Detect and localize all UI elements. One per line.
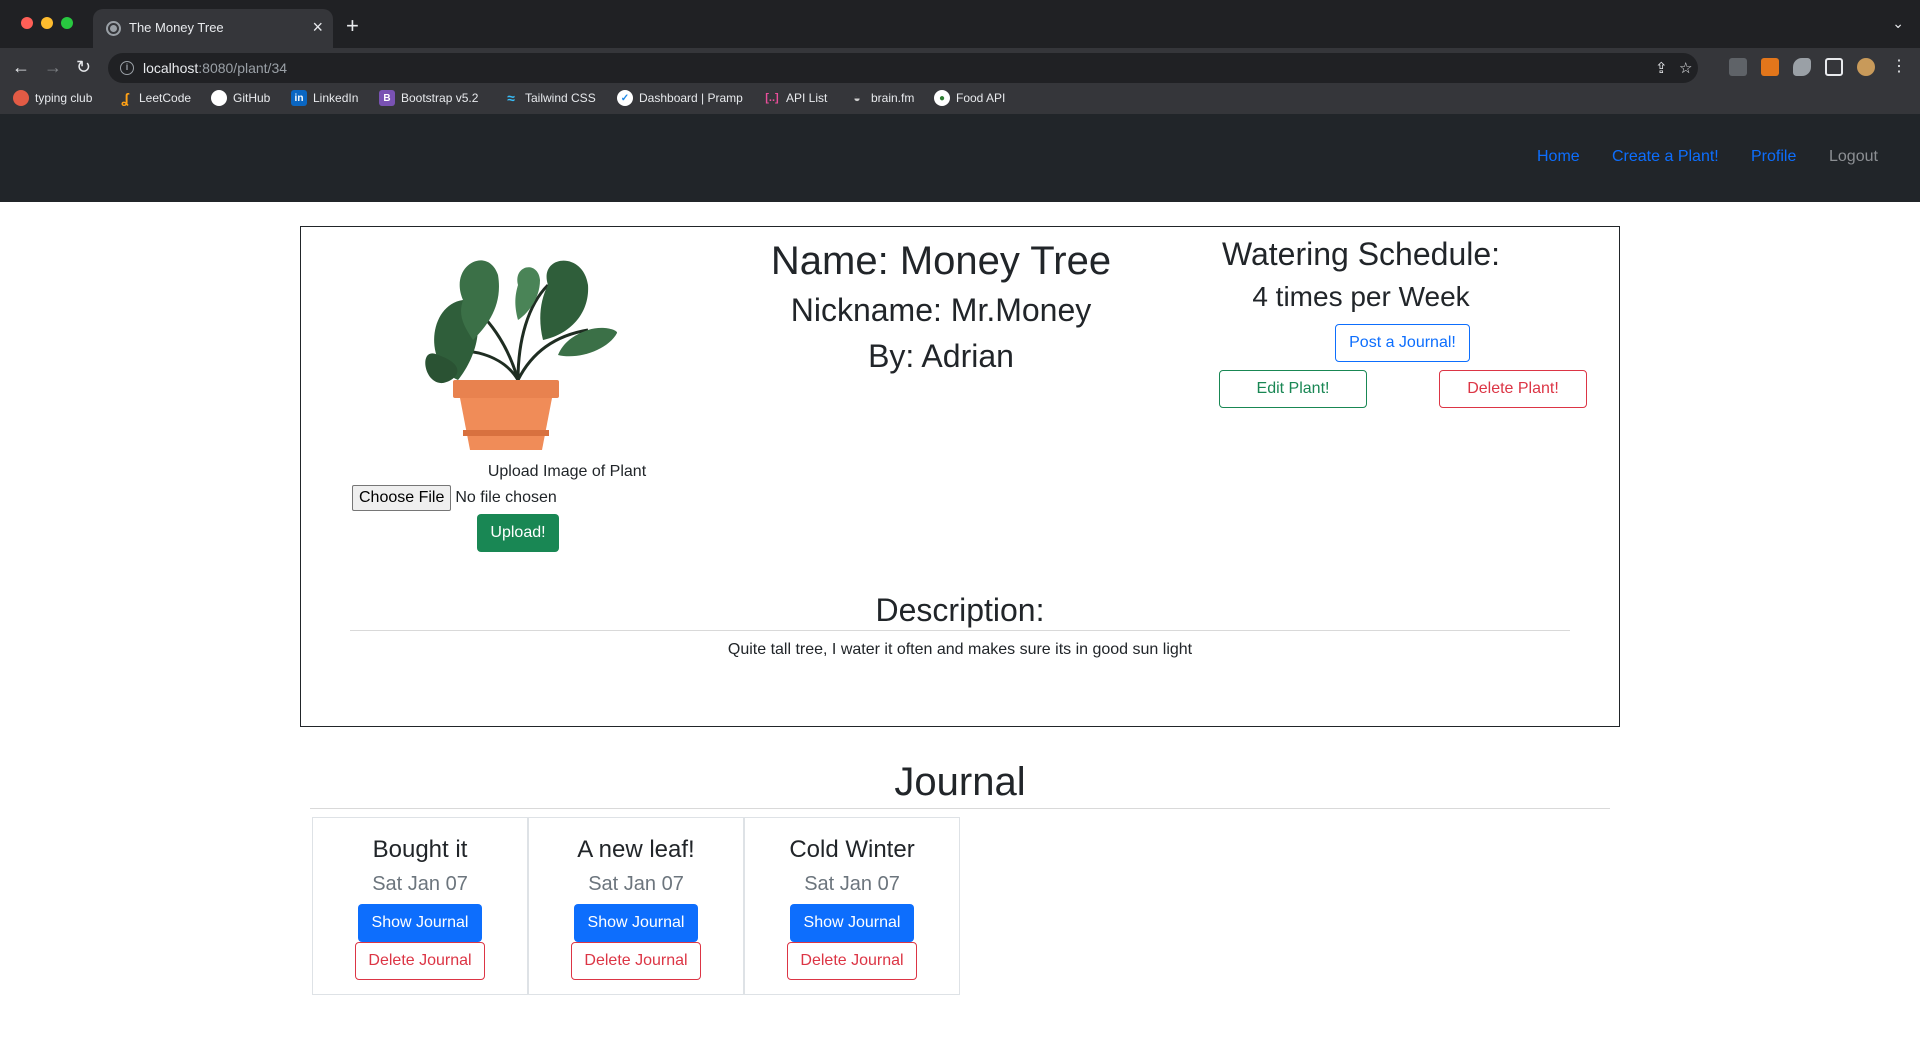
journal-entry-date: Sat Jan 07 xyxy=(804,873,900,895)
bookmark-label: LeetCode xyxy=(139,91,192,105)
bookmark-brainfm[interactable]: ◒ brain.fm xyxy=(849,90,914,106)
nav-profile-link[interactable]: Profile xyxy=(1751,148,1796,166)
site-info-icon[interactable]: i xyxy=(120,61,134,75)
journal-entry-title: Cold Winter xyxy=(789,836,915,863)
delete-journal-button[interactable]: Delete Journal xyxy=(355,942,485,980)
api-list-icon: [..] xyxy=(765,92,779,104)
journal-card: Cold Winter Sat Jan 07 Show Journal Dele… xyxy=(744,817,960,995)
profile-avatar-icon[interactable] xyxy=(1857,58,1875,76)
bookmark-github[interactable]: GitHub xyxy=(211,90,270,106)
bookmark-label: Tailwind CSS xyxy=(525,91,596,105)
tab-title: The Money Tree xyxy=(129,20,224,35)
tab-strip: The Money Tree × + ⌄ xyxy=(0,0,1920,48)
bootstrap-icon: B xyxy=(379,90,395,106)
bookmark-label: brain.fm xyxy=(871,91,915,105)
journal-card: Bought it Sat Jan 07 Show Journal Delete… xyxy=(312,817,528,995)
show-journal-button[interactable]: Show Journal xyxy=(574,904,698,942)
tailwind-icon: ≈ xyxy=(507,90,515,106)
leetcode-icon: ʆ xyxy=(121,90,129,106)
journal-entry-title: A new leaf! xyxy=(577,836,695,863)
bookmark-star-icon[interactable]: ☆ xyxy=(1679,59,1692,77)
typing-club-icon xyxy=(13,90,29,106)
bookmark-label: GitHub xyxy=(233,91,271,105)
nav-home-link[interactable]: Home xyxy=(1537,148,1580,166)
tab-search-chevron-icon[interactable]: ⌄ xyxy=(1892,15,1904,32)
metamask-fox-icon[interactable] xyxy=(1761,58,1779,76)
browser-tab[interactable]: The Money Tree × xyxy=(93,9,333,48)
description-divider xyxy=(350,630,1570,631)
bookmark-food-api[interactable]: ● Food API xyxy=(934,90,1005,106)
delete-journal-button[interactable]: Delete Journal xyxy=(787,942,917,980)
minimize-window-icon[interactable] xyxy=(41,17,53,29)
plant-name: Name: Money Tree xyxy=(770,239,1112,283)
reload-icon[interactable]: ↻ xyxy=(76,56,91,78)
bookmarks-bar: typing club ʆ LeetCode GitHub in LinkedI… xyxy=(0,84,1920,114)
choose-file-button[interactable]: Choose File xyxy=(352,485,452,511)
bookmark-pramp[interactable]: ✓ Dashboard | Pramp xyxy=(617,90,743,106)
bookmark-tailwind[interactable]: ≈ Tailwind CSS xyxy=(503,90,596,106)
journal-title: Journal xyxy=(894,760,1026,804)
bookmark-api-list[interactable]: [..] API List xyxy=(764,90,827,106)
browser-menu-icon[interactable]: ⋮ xyxy=(1891,56,1907,78)
pramp-icon: ✓ xyxy=(617,90,633,106)
delete-journal-button[interactable]: Delete Journal xyxy=(571,942,701,980)
new-tab-icon[interactable]: + xyxy=(346,15,359,37)
bookmark-label: typing club xyxy=(35,91,93,105)
back-arrow-icon[interactable]: ← xyxy=(12,56,30,78)
brainfm-icon: ◒ xyxy=(853,91,861,105)
bookmark-label: Dashboard | Pramp xyxy=(639,91,743,105)
upload-image-label: Upload Image of Plant xyxy=(487,463,647,480)
bookmark-label: LinkedIn xyxy=(313,91,359,105)
plant-nickname: Nickname: Mr.Money xyxy=(790,292,1092,328)
show-journal-button[interactable]: Show Journal xyxy=(358,904,482,942)
bookmark-typing-club[interactable]: typing club xyxy=(13,90,92,106)
browser-toolbar: ← → ↻ i localhost:8080/plant/34 ⇪ ☆ ⋮ xyxy=(0,48,1920,88)
plant-detail-card: Upload Image of Plant Choose File No fil… xyxy=(300,226,1620,727)
address-bar[interactable]: i localhost:8080/plant/34 ⇪ ☆ xyxy=(108,53,1698,83)
no-file-chosen-text: No file chosen xyxy=(455,489,557,506)
plant-leaves xyxy=(425,260,618,384)
upload-button[interactable]: Upload! xyxy=(477,514,559,552)
show-journal-button[interactable]: Show Journal xyxy=(790,904,914,942)
forward-arrow-icon[interactable]: → xyxy=(44,56,62,78)
watering-schedule-title: Watering Schedule: xyxy=(1221,236,1501,272)
browser-chrome: The Money Tree × + ⌄ ← → ↻ i localhost:8… xyxy=(0,0,1920,114)
close-window-icon[interactable] xyxy=(21,17,33,29)
bookmark-linkedin[interactable]: in LinkedIn xyxy=(291,90,358,106)
bookmark-label: Bootstrap v5.2 xyxy=(401,91,479,105)
share-icon[interactable]: ⇪ xyxy=(1655,59,1668,77)
github-icon xyxy=(211,90,227,106)
delete-plant-button[interactable]: Delete Plant! xyxy=(1439,370,1587,408)
watering-schedule-value: 4 times per Week xyxy=(1252,281,1470,312)
journal-entry-title: Bought it xyxy=(372,836,468,863)
description-title: Description: xyxy=(875,592,1045,628)
bookmark-label: API List xyxy=(786,91,828,105)
tab-close-icon[interactable]: × xyxy=(312,17,323,37)
bookmark-label: Food API xyxy=(956,91,1006,105)
plant-owner: By: Adrian xyxy=(868,338,1014,374)
maximize-window-icon[interactable] xyxy=(61,17,73,29)
description-text: Quite tall tree, I water it often and ma… xyxy=(727,641,1193,658)
post-journal-button[interactable]: Post a Journal! xyxy=(1335,324,1470,362)
journal-card: A new leaf! Sat Jan 07 Show Journal Dele… xyxy=(528,817,744,995)
journal-entry-date: Sat Jan 07 xyxy=(588,873,684,895)
extension-k-icon[interactable] xyxy=(1729,58,1747,76)
side-panel-icon[interactable] xyxy=(1825,58,1843,76)
plant-image xyxy=(425,260,618,450)
journal-entry-date: Sat Jan 07 xyxy=(372,873,468,895)
site-navbar: Home Create a Plant! Profile Logout xyxy=(0,114,1920,202)
globe-icon xyxy=(106,21,121,36)
file-input[interactable]: Choose File No file chosen xyxy=(352,485,557,511)
bookmark-bootstrap[interactable]: B Bootstrap v5.2 xyxy=(379,90,478,106)
extensions-puzzle-icon[interactable] xyxy=(1793,58,1811,76)
linkedin-icon: in xyxy=(291,90,307,106)
url-text[interactable]: localhost:8080/plant/34 xyxy=(143,60,287,76)
nav-logout-link[interactable]: Logout xyxy=(1829,148,1878,166)
journal-divider xyxy=(310,808,1610,809)
edit-plant-button[interactable]: Edit Plant! xyxy=(1219,370,1367,408)
nav-create-plant-link[interactable]: Create a Plant! xyxy=(1612,148,1719,166)
bookmark-leetcode[interactable]: ʆ LeetCode xyxy=(117,90,191,106)
plant-pot xyxy=(453,380,559,450)
food-api-icon: ● xyxy=(934,90,950,106)
